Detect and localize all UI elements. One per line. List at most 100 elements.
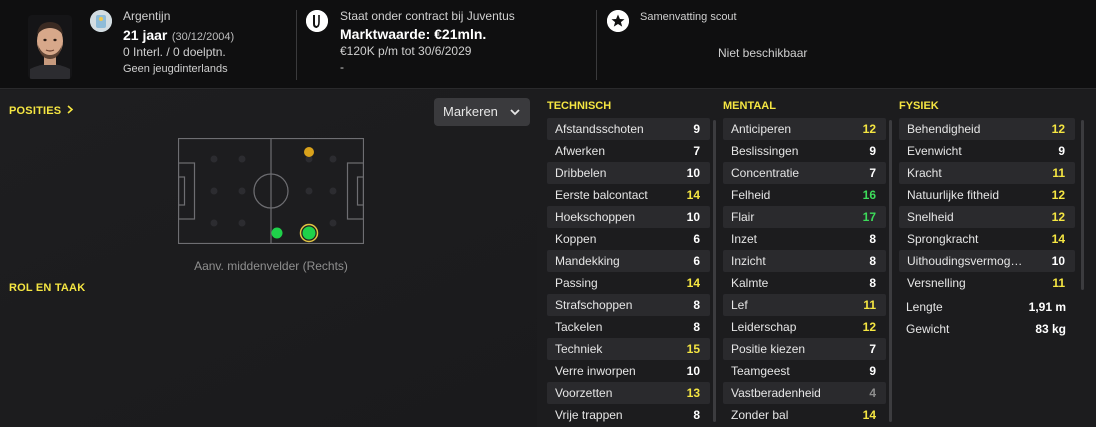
attribute-row[interactable]: Afstandsschoten 9 <box>547 118 710 140</box>
attribute-name: Verre inworpen <box>555 364 636 378</box>
attribute-name: Inzicht <box>731 254 766 268</box>
chevron-right-icon <box>67 105 74 117</box>
attribute-row[interactable]: Natuurlijke fitheid 12 <box>899 184 1075 206</box>
scout-status: Niet beschikbaar <box>718 46 808 60</box>
contract-extra-text: - <box>340 60 344 74</box>
attribute-value: 6 <box>693 254 700 268</box>
attribute-name: Uithoudingsvermog… <box>907 254 1023 268</box>
age-line: 21 jaar (30/12/2004) <box>123 27 234 45</box>
dropdown-label: Markeren <box>443 104 498 119</box>
attribute-name: Felheid <box>731 188 771 202</box>
attribute-name: Sprongkracht <box>907 232 979 246</box>
attribute-name: Mandekking <box>555 254 620 268</box>
attribute-value: 14 <box>686 276 700 290</box>
star-icon <box>607 10 629 32</box>
attribute-row[interactable]: Strafschoppen 8 <box>547 294 710 316</box>
wage-text: €120K p/m tot 30/6/2029 <box>340 44 472 58</box>
technical-list: Afstandsschoten 9 Afwerken 7 Dribbelen 10 Eers… <box>547 118 710 426</box>
attribute-row[interactable]: Behendigheid 12 <box>899 118 1075 140</box>
attribute-name: Afwerken <box>555 144 606 158</box>
argentina-flag-icon <box>90 10 112 32</box>
attribute-row[interactable]: Voorzetten 13 <box>547 382 710 404</box>
caps-text: 0 Interl. / 0 doelptn. <box>123 45 226 59</box>
attribute-row[interactable]: Lef 11 <box>723 294 886 316</box>
attribute-value: 12 <box>862 122 876 136</box>
birthdate-text: (30/12/2004) <box>171 31 235 43</box>
attribute-row[interactable]: Kalmte 8 <box>723 272 886 294</box>
attribute-value: 15 <box>686 342 700 356</box>
market-value-text: Marktwaarde: €21mln. <box>340 26 487 42</box>
highlight-dropdown[interactable]: Markeren <box>434 98 530 126</box>
attribute-row[interactable]: Koppen 6 <box>547 228 710 250</box>
juventus-crest-icon[interactable] <box>306 10 328 32</box>
attribute-row[interactable]: Eerste balcontact 14 <box>547 184 710 206</box>
attribute-row[interactable]: Zonder bal 14 <box>723 404 886 426</box>
attribute-row[interactable]: Tackelen 8 <box>547 316 710 338</box>
scrollbar[interactable] <box>713 120 716 422</box>
attribute-name: Beslissingen <box>731 144 799 158</box>
attribute-row[interactable]: Beslissingen 9 <box>723 140 886 162</box>
attribute-value: 8 <box>869 232 876 246</box>
attribute-row[interactable]: Anticiperen 12 <box>723 118 886 140</box>
attribute-name: Vrije trappen <box>555 408 623 422</box>
scrollbar[interactable] <box>1081 120 1084 290</box>
attribute-value: 10 <box>686 210 700 224</box>
player-header: Argentijn 21 jaar (30/12/2004) 0 Interl.… <box>0 0 1096 89</box>
position-pitch <box>177 137 365 249</box>
attribute-name: Inzet <box>731 232 758 246</box>
attribute-row[interactable]: Inzet 8 <box>723 228 886 250</box>
attribute-row[interactable]: Evenwicht 9 <box>899 140 1075 162</box>
attribute-value: 4 <box>869 386 876 400</box>
attribute-row[interactable]: Hoekschoppen 10 <box>547 206 710 228</box>
attribute-row[interactable]: Vrije trappen 8 <box>547 404 710 426</box>
attribute-name: Flair <box>731 210 755 224</box>
attribute-name: Versnelling <box>907 276 966 290</box>
attribute-value: 11 <box>863 298 876 312</box>
contract-text: Staat onder contract bij Juventus <box>340 9 515 23</box>
attribute-row[interactable]: Inzicht 8 <box>723 250 886 272</box>
attribute-value: 9 <box>869 364 876 378</box>
attribute-name: Techniek <box>555 342 603 356</box>
attribute-name: Anticiperen <box>731 122 792 136</box>
attribute-value: 12 <box>1051 122 1065 136</box>
attribute-row[interactable]: Verre inworpen 10 <box>547 360 710 382</box>
attribute-row[interactable]: Versnelling 11 <box>899 272 1075 294</box>
positions-link[interactable]: POSITIES <box>9 105 74 117</box>
attribute-value: 12 <box>1051 210 1065 224</box>
attribute-row[interactable]: Afwerken 7 <box>547 140 710 162</box>
physical-title: FYSIEK <box>899 100 939 112</box>
attribute-name: Teamgeest <box>731 364 790 378</box>
nationality-text: Argentijn <box>123 9 171 23</box>
attribute-row[interactable]: Uithoudingsvermog… 10 <box>899 250 1075 272</box>
mental-title: MENTAAL <box>723 100 776 112</box>
attribute-name: Eerste balcontact <box>555 188 648 202</box>
attribute-row[interactable]: Mandekking 6 <box>547 250 710 272</box>
attribute-row[interactable]: Teamgeest 9 <box>723 360 886 382</box>
attribute-value: 10 <box>1051 254 1065 268</box>
attribute-row[interactable]: Felheid 16 <box>723 184 886 206</box>
attribute-name: Kalmte <box>731 276 769 290</box>
attribute-value: 10 <box>686 166 700 180</box>
attribute-row[interactable]: Techniek 15 <box>547 338 710 360</box>
attribute-row[interactable]: Concentratie 7 <box>723 162 886 184</box>
attribute-row[interactable]: Vastberadenheid 4 <box>723 382 886 404</box>
scrollbar[interactable] <box>889 120 892 422</box>
attribute-value: 9 <box>869 144 876 158</box>
attribute-row[interactable]: Kracht 11 <box>899 162 1075 184</box>
attribute-name: Koppen <box>555 232 597 246</box>
attribute-row[interactable]: Snelheid 12 <box>899 206 1075 228</box>
attribute-value: 8 <box>693 320 700 334</box>
role-duty-title: ROL EN TAAK <box>9 282 86 294</box>
attribute-row[interactable]: Flair 17 <box>723 206 886 228</box>
attribute-row[interactable]: Passing 14 <box>547 272 710 294</box>
attribute-row[interactable]: Positie kiezen 7 <box>723 338 886 360</box>
header-divider <box>596 10 597 80</box>
attribute-row[interactable]: Leiderschap 12 <box>723 316 886 338</box>
positions-title: POSITIES <box>9 105 62 117</box>
height-value: 1,91 m <box>1028 300 1066 314</box>
attribute-value: 16 <box>862 188 876 202</box>
attribute-name: Vastberadenheid <box>731 386 821 400</box>
attribute-row[interactable]: Dribbelen 10 <box>547 162 710 184</box>
attribute-row[interactable]: Sprongkracht 14 <box>899 228 1075 250</box>
position-dot-natural <box>271 227 283 239</box>
